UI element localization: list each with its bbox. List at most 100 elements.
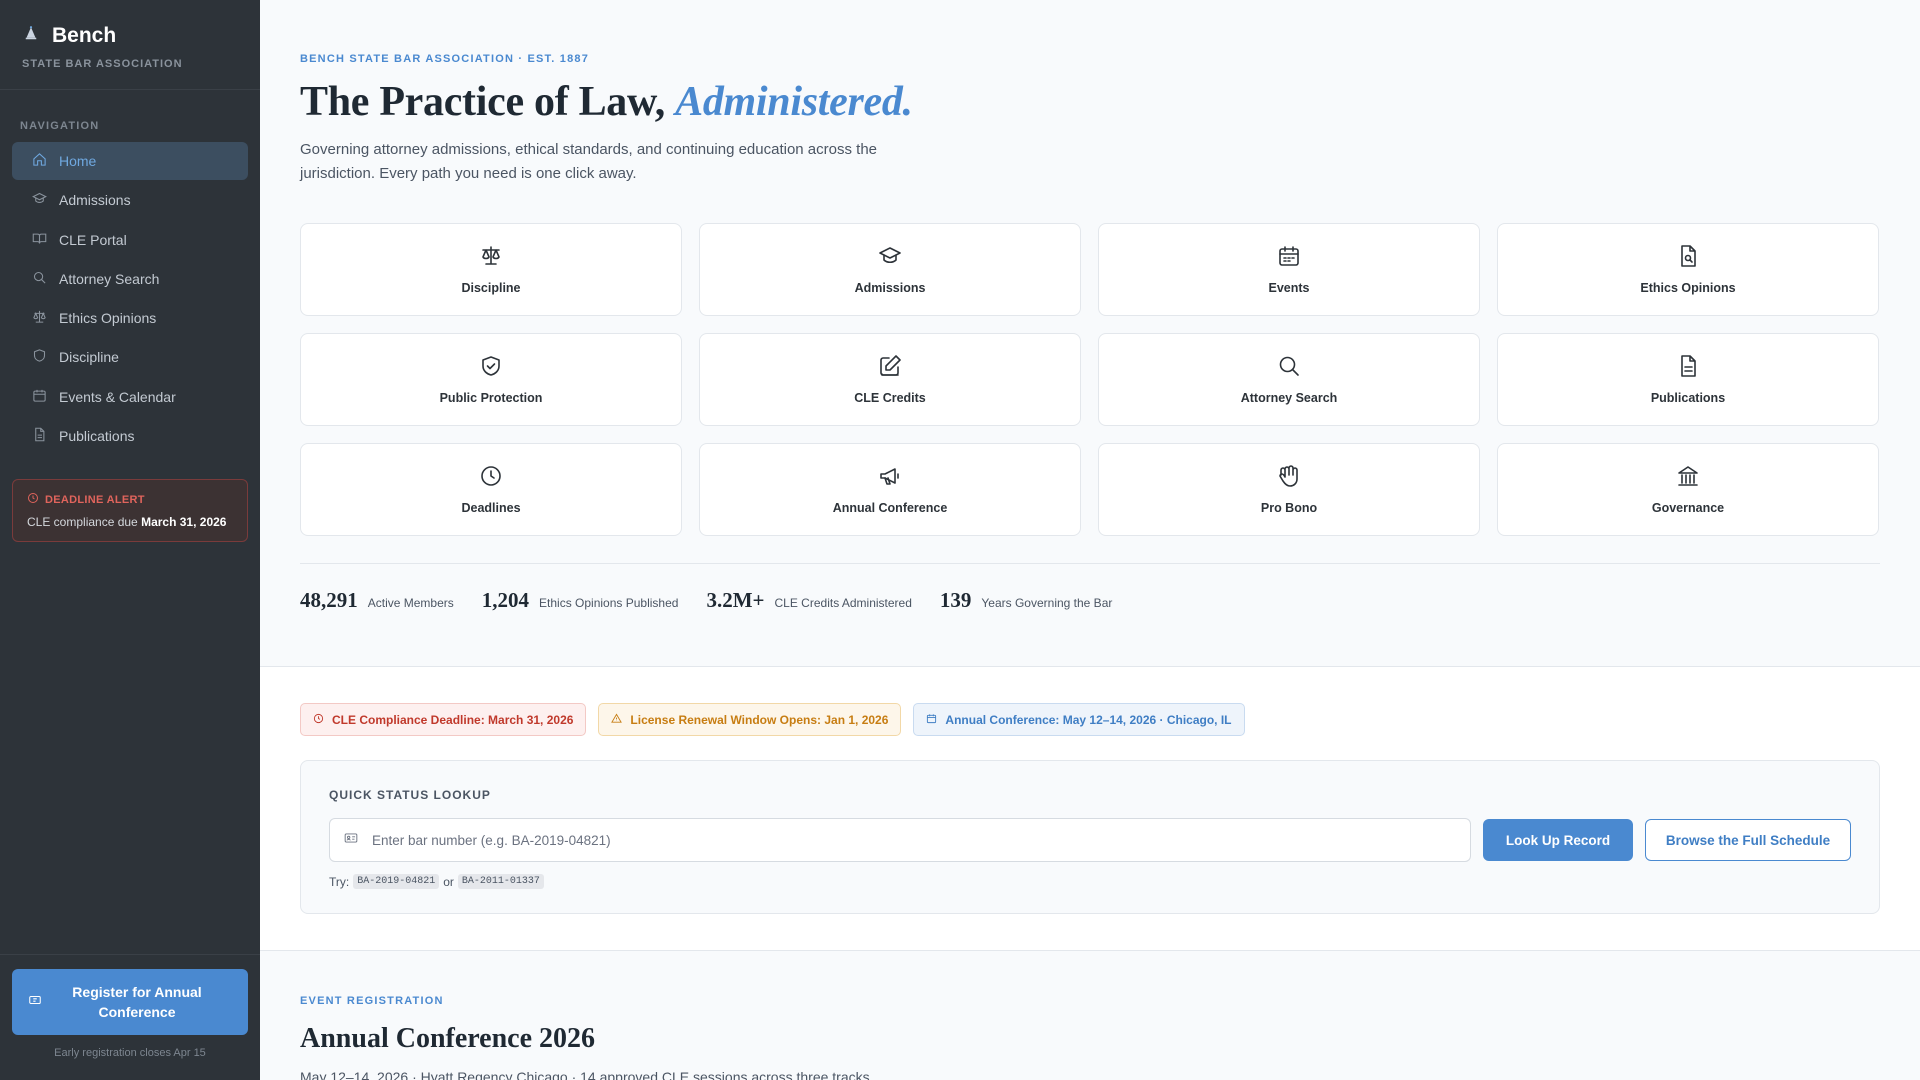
calendar-icon <box>926 713 937 727</box>
example-bar-number[interactable]: BA-2019-04821 <box>353 874 440 889</box>
stat-active-members: 48,291 Active Members <box>300 588 454 613</box>
quick-links-grid: Discipline Admissions Events Ethics Opin… <box>300 223 1880 536</box>
notice-cle-deadline[interactable]: CLE Compliance Deadline: March 31, 2026 <box>300 703 587 736</box>
stat-cle-credits: 3.2M+ CLE Credits Administered <box>706 588 911 613</box>
document-search-icon <box>1676 244 1700 273</box>
stat-ethics-opinions: 1,204 Ethics Opinions Published <box>482 588 679 613</box>
sidebar-item-attorney-search[interactable]: Attorney Search <box>12 260 248 298</box>
stat-label: Ethics Opinions Published <box>539 596 679 610</box>
alert-title: DEADLINE ALERT <box>45 493 145 506</box>
graduation-cap-icon <box>878 244 902 273</box>
sidebar-item-label: Discipline <box>59 349 119 366</box>
shield-icon <box>32 348 47 366</box>
sidebar-item-label: Ethics Opinions <box>59 310 157 327</box>
tile-publications[interactable]: Publications <box>1497 333 1879 426</box>
stat-value: 48,291 <box>300 588 358 612</box>
event-eyebrow: EVENT REGISTRATION <box>300 995 444 1007</box>
stats-row: 48,291 Active Members 1,204 Ethics Opini… <box>300 588 1112 613</box>
notice-license-renewal[interactable]: License Renewal Window Opens: Jan 1, 202… <box>598 703 902 736</box>
shield-check-icon <box>479 354 503 383</box>
tile-label: Public Protection <box>439 391 543 405</box>
tile-ethics-opinions[interactable]: Ethics Opinions <box>1497 223 1879 316</box>
sidebar-item-ethics-opinions[interactable]: Ethics Opinions <box>12 299 248 337</box>
tile-label: Attorney Search <box>1240 391 1338 405</box>
register-note: Early registration closes Apr 15 <box>54 1047 206 1059</box>
nav-heading: NAVIGATION <box>20 120 100 132</box>
title-accent: Administered. <box>675 79 913 125</box>
clock-icon <box>479 464 503 493</box>
stat-label: Years Governing the Bar <box>981 596 1113 610</box>
stat-value: 139 <box>939 588 972 612</box>
book-open-icon <box>32 231 47 249</box>
document-icon <box>32 427 47 445</box>
search-icon <box>32 270 47 288</box>
sidebar-item-label: Events & Calendar <box>59 388 176 405</box>
megaphone-icon <box>878 464 902 493</box>
notice-text: Annual Conference: May 12–14, 2026 · Chi… <box>945 712 1232 727</box>
pencil-icon <box>878 354 902 383</box>
notice-pills: CLE Compliance Deadline: March 31, 2026 … <box>300 703 1245 736</box>
clock-icon <box>313 713 324 727</box>
notice-text: License Renewal Window Opens: Jan 1, 202… <box>630 712 889 727</box>
tile-cle-credits[interactable]: CLE Credits <box>699 333 1081 426</box>
stat-value: 1,204 <box>481 588 530 612</box>
sidebar-item-admissions[interactable]: Admissions <box>12 181 248 219</box>
tile-governance[interactable]: Governance <box>1497 443 1879 536</box>
hero-eyebrow: BENCH STATE BAR ASSOCIATION · EST. 1887 <box>300 53 590 65</box>
sidebar-footer: Register for Annual Conference Early reg… <box>0 954 260 1080</box>
id-card-icon <box>344 831 358 850</box>
notice-annual-conference[interactable]: Annual Conference: May 12–14, 2026 · Chi… <box>913 703 1245 736</box>
graduation-cap-icon <box>32 191 47 209</box>
browse-schedule-button[interactable]: Browse the Full Schedule <box>1645 819 1851 861</box>
sidebar: Bench STATE BAR ASSOCIATION NAVIGATION H… <box>0 0 260 1080</box>
tile-public-protection[interactable]: Public Protection <box>300 333 682 426</box>
sidebar-item-publications[interactable]: Publications <box>12 417 248 455</box>
tile-label: Discipline <box>461 281 521 295</box>
sidebar-item-cle-portal[interactable]: CLE Portal <box>12 221 248 259</box>
notice-text: CLE Compliance Deadline: March 31, 2026 <box>332 712 574 727</box>
look-up-record-button[interactable]: Look Up Record <box>1483 819 1633 861</box>
scale-icon <box>32 309 47 327</box>
sidebar-item-discipline[interactable]: Discipline <box>12 338 248 376</box>
building-icon <box>1676 464 1700 493</box>
ticket-icon <box>28 993 42 1012</box>
try-label: Try: <box>329 874 350 889</box>
bar-number-field-wrapper <box>329 818 1471 862</box>
tile-admissions[interactable]: Admissions <box>699 223 1081 316</box>
bar-number-input[interactable] <box>372 832 1456 848</box>
event-registration: EVENT REGISTRATION Annual Conference 202… <box>300 995 870 1080</box>
tile-deadlines[interactable]: Deadlines <box>300 443 682 536</box>
tile-label: Admissions <box>854 281 926 295</box>
tile-label: Publications <box>1650 391 1726 405</box>
tile-annual-conference[interactable]: Annual Conference <box>699 443 1081 536</box>
bell-logo-icon <box>22 25 40 48</box>
calendar-icon <box>1277 244 1301 273</box>
brand: Bench STATE BAR ASSOCIATION <box>0 0 260 90</box>
lookup-title: QUICK STATUS LOOKUP <box>329 788 491 802</box>
brand-name[interactable]: Bench <box>52 24 116 48</box>
register-conference-button[interactable]: Register for Annual Conference <box>12 969 248 1035</box>
stat-value: 3.2M+ <box>706 588 765 612</box>
sidebar-nav: Home Admissions CLE Portal Attorney Sear… <box>0 142 260 455</box>
tile-events[interactable]: Events <box>1098 223 1480 316</box>
or-text: or <box>443 874 454 889</box>
warning-icon <box>611 712 623 727</box>
stat-years: 139 Years Governing the Bar <box>940 588 1112 613</box>
page-title: The Practice of Law, Administered. <box>300 78 913 126</box>
tile-label: CLE Credits <box>854 391 926 405</box>
divider <box>300 563 1880 564</box>
event-subtitle: May 12–14, 2026 · Hyatt Regency Chicago … <box>300 1069 870 1080</box>
tile-discipline[interactable]: Discipline <box>300 223 682 316</box>
alert-text: CLE compliance due <box>27 515 138 530</box>
tile-attorney-search[interactable]: Attorney Search <box>1098 333 1480 426</box>
sidebar-item-label: CLE Portal <box>59 231 127 248</box>
tile-pro-bono[interactable]: Pro Bono <box>1098 443 1480 536</box>
hero-lede: Governing attorney admissions, ethical s… <box>300 141 878 182</box>
sidebar-item-events-calendar[interactable]: Events & Calendar <box>12 378 248 416</box>
sidebar-item-home[interactable]: Home <box>12 142 248 180</box>
calendar-icon <box>32 388 47 406</box>
tile-label: Governance <box>1651 501 1725 515</box>
example-bar-number[interactable]: BA-2011-01337 <box>457 874 544 889</box>
brand-subtitle: STATE BAR ASSOCIATION <box>22 58 183 70</box>
tile-label: Deadlines <box>461 501 521 515</box>
